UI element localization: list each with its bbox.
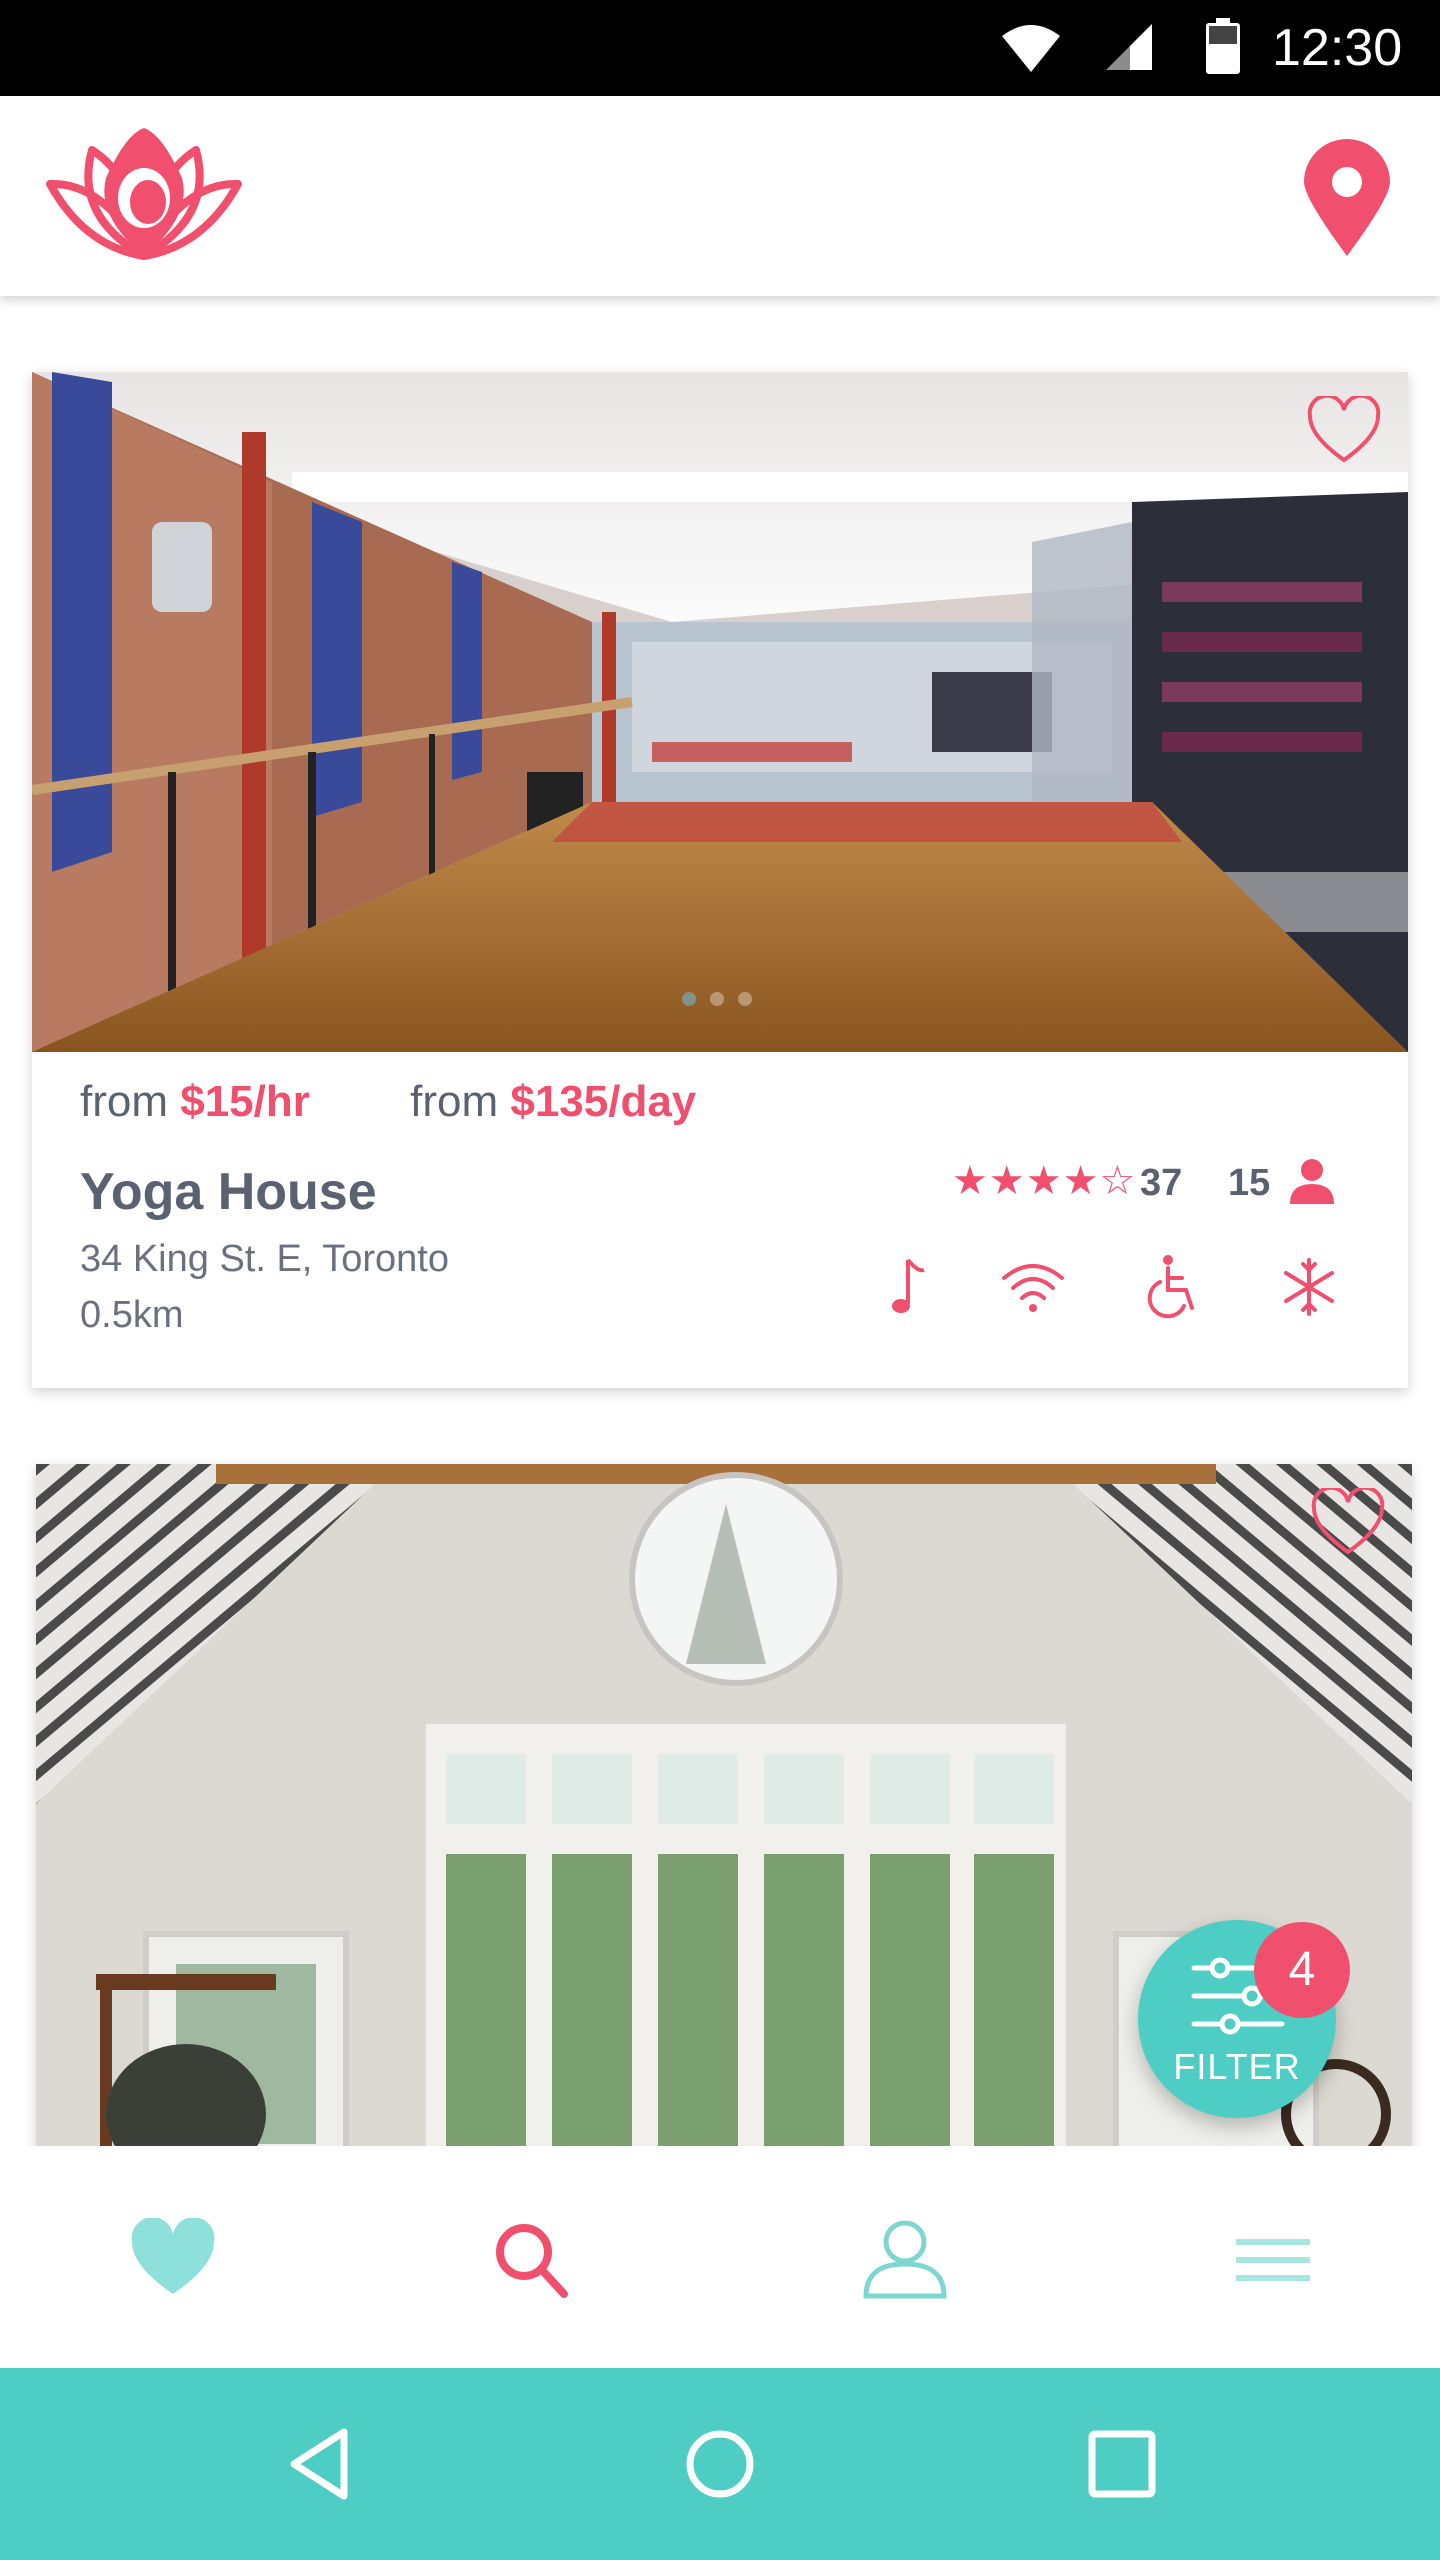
price-prefix: from: [410, 1077, 499, 1126]
accessible-icon: [1138, 1252, 1208, 1322]
carousel-dot[interactable]: [710, 992, 724, 1006]
back-icon[interactable]: [282, 2424, 362, 2504]
rating-count: 37: [1140, 1162, 1183, 1204]
venue-address: 34 King St. E, Toronto: [80, 1238, 449, 1280]
clock: 12:30: [1272, 19, 1403, 77]
carousel-dot[interactable]: [682, 992, 696, 1006]
carousel-dot[interactable]: [738, 992, 752, 1006]
person-icon: [1290, 1159, 1334, 1204]
battery-icon: [1206, 18, 1240, 74]
lotus-logo[interactable]: [44, 126, 244, 266]
system-navigation-bar: [0, 2368, 1440, 2560]
favorite-heart-icon[interactable]: [1306, 396, 1382, 466]
signal-icon: [1106, 24, 1152, 70]
carousel-dots[interactable]: [682, 992, 752, 1006]
price-row: from $15/hr from $135/day: [80, 1077, 784, 1127]
venue-name[interactable]: Yoga House: [80, 1162, 377, 1222]
status-bar: 12:30: [0, 0, 1440, 96]
app-header: [0, 96, 1440, 296]
favorites-icon[interactable]: [128, 2218, 218, 2300]
star-rating: ★★★★☆: [952, 1159, 1137, 1203]
daily-price: from $135/day: [410, 1077, 696, 1127]
bottom-navigation: [0, 2146, 1440, 2368]
hourly-price-value: $15/hr: [180, 1077, 310, 1126]
filter-count-badge: 4: [1254, 1922, 1350, 2018]
studio-photo[interactable]: [32, 372, 1408, 1052]
daily-price-value: $135/day: [510, 1077, 697, 1126]
wifi-icon: [998, 1252, 1068, 1322]
recents-icon[interactable]: [1082, 2424, 1162, 2504]
home-icon[interactable]: [680, 2424, 760, 2504]
menu-icon[interactable]: [1228, 2218, 1318, 2300]
search-icon[interactable]: [488, 2218, 578, 2300]
filter-label: FILTER: [1173, 2046, 1301, 2087]
wifi-icon: [1002, 25, 1060, 72]
capacity-count: 15: [1228, 1162, 1271, 1204]
listing-feed[interactable]: from $15/hr from $135/day Yoga House 34 …: [0, 296, 1440, 2146]
favorite-heart-icon[interactable]: [1310, 1488, 1386, 1558]
listing-card[interactable]: from $15/hr from $135/day Yoga House 34 …: [32, 372, 1408, 1388]
music-icon: [874, 1252, 944, 1322]
profile-icon[interactable]: [860, 2218, 950, 2300]
venue-distance: 0.5km: [80, 1294, 184, 1336]
price-prefix: from: [80, 1077, 168, 1126]
hourly-price: from $15/hr: [80, 1077, 310, 1127]
location-pin-icon[interactable]: [1300, 138, 1394, 258]
air-conditioning-icon: [1274, 1252, 1344, 1322]
